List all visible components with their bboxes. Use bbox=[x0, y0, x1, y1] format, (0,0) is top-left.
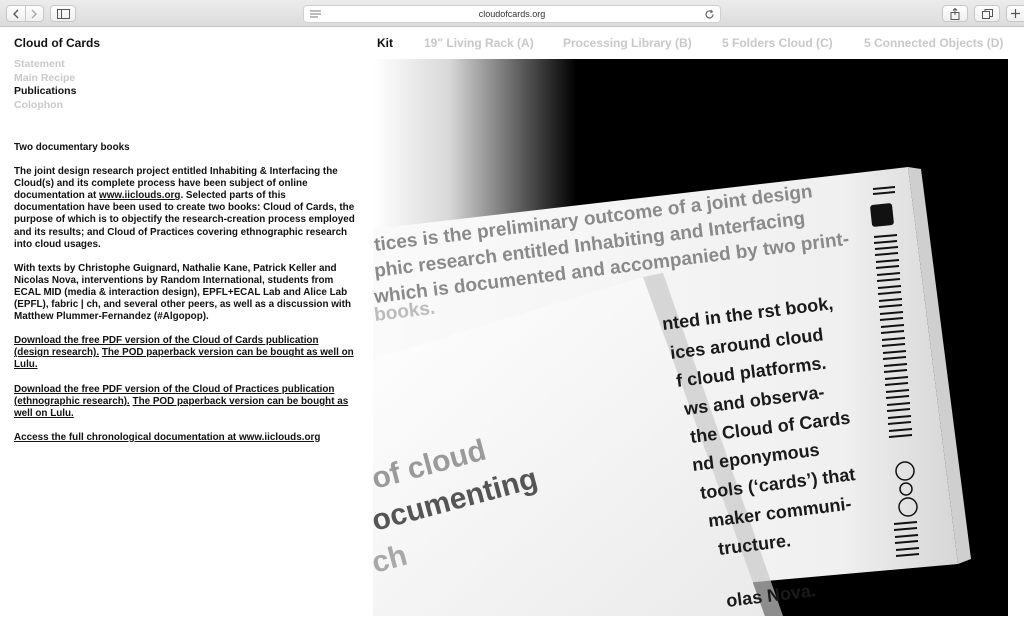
chevron-right-icon bbox=[31, 9, 38, 18]
history-nav bbox=[6, 5, 44, 22]
forward-button[interactable] bbox=[24, 6, 44, 21]
browser-toolbar: cloudofcards.org bbox=[0, 0, 1024, 27]
cloud-of-cards-download: Download the free PDF version of the Clo… bbox=[14, 335, 356, 371]
publications-text: Two documentary books The joint design r… bbox=[14, 142, 356, 456]
sidenav-item-publications[interactable]: Publications bbox=[14, 85, 76, 99]
plus-icon bbox=[1011, 9, 1020, 18]
chevron-left-icon bbox=[12, 9, 19, 18]
section-heading: Two documentary books bbox=[14, 142, 130, 153]
sidenav-item-main-recipe[interactable]: Main Recipe bbox=[14, 72, 76, 86]
topnav-item-living-rack[interactable]: 19" Living Rack (A) bbox=[424, 36, 534, 50]
new-tab-button[interactable] bbox=[1006, 5, 1024, 22]
book-photo: tices is the preliminary outcome of a jo… bbox=[373, 59, 1008, 616]
cloud-of-practices-download: Download the free PDF version of the Clo… bbox=[14, 384, 356, 420]
top-navigation: Kit 19" Living Rack (A) Processing Libra… bbox=[0, 36, 1024, 52]
reader-icon[interactable] bbox=[310, 10, 321, 19]
iiclouds-link[interactable]: www.iiclouds.org bbox=[99, 190, 180, 201]
topnav-item-connected-objects[interactable]: 5 Connected Objects (D) bbox=[864, 36, 1003, 50]
sidebar-button[interactable] bbox=[50, 5, 76, 22]
documentation-paragraph: Access the full chronological documentat… bbox=[14, 432, 356, 444]
side-navigation: Statement Main Recipe Publications Colop… bbox=[14, 58, 76, 112]
tabs-button[interactable] bbox=[974, 5, 1000, 22]
topnav-item-processing-library[interactable]: Processing Library (B) bbox=[563, 36, 692, 50]
share-button[interactable] bbox=[942, 5, 968, 22]
sidenav-item-colophon[interactable]: Colophon bbox=[14, 99, 76, 113]
topnav-item-kit[interactable]: Kit bbox=[377, 36, 393, 50]
share-icon bbox=[950, 7, 960, 20]
sidenav-item-statement[interactable]: Statement bbox=[14, 58, 76, 72]
tabs-icon bbox=[981, 8, 993, 19]
topnav-item-folders-cloud[interactable]: 5 Folders Cloud (C) bbox=[722, 36, 833, 50]
full-documentation-link[interactable]: Access the full chronological documentat… bbox=[14, 432, 320, 443]
credits-paragraph: With texts by Christophe Guignard, Natha… bbox=[14, 262, 351, 323]
sidebar-icon bbox=[56, 8, 70, 19]
address-bar[interactable]: cloudofcards.org bbox=[303, 5, 721, 23]
back-button[interactable] bbox=[7, 6, 25, 21]
url-text: cloudofcards.org bbox=[478, 9, 546, 19]
reload-icon[interactable] bbox=[704, 9, 715, 20]
intro-paragraph: The joint design research project entitl… bbox=[14, 166, 356, 251]
book-photo-illustration: tices is the preliminary outcome of a jo… bbox=[373, 59, 1008, 616]
